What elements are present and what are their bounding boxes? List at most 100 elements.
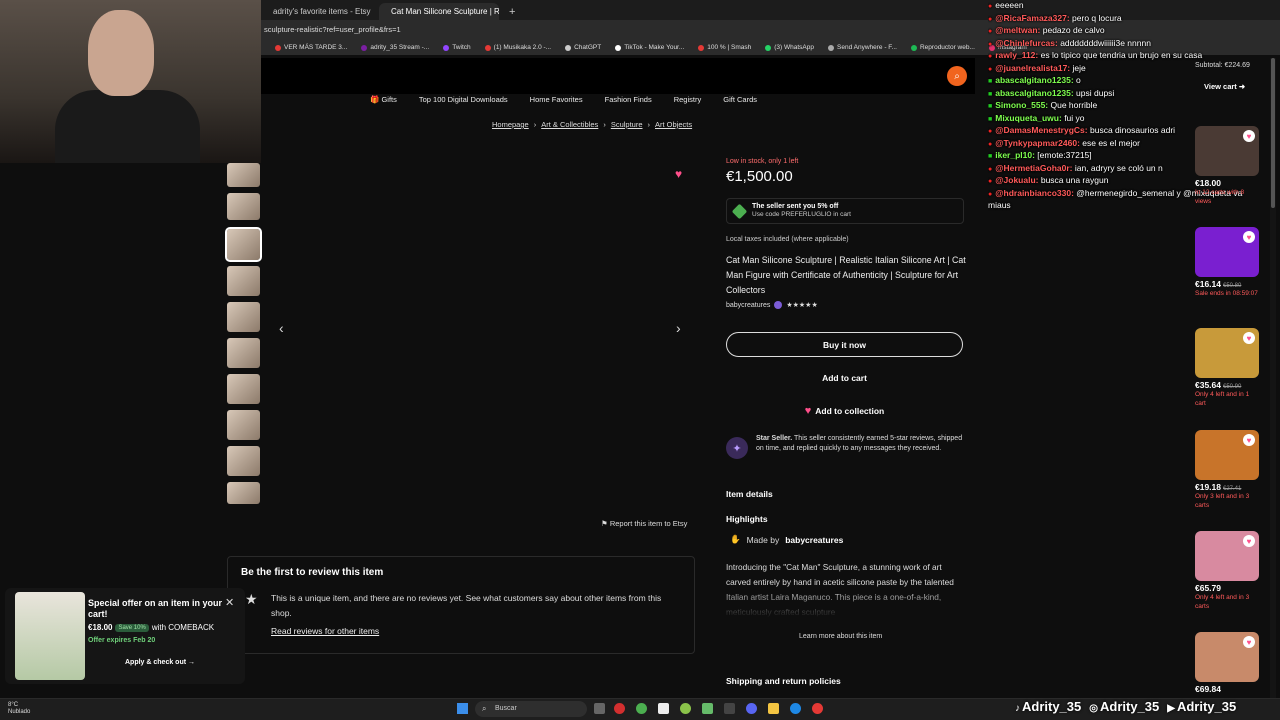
close-offer-icon[interactable]: ✕ <box>225 596 234 609</box>
chat-username: Mixuqueta_uwu: <box>995 112 1062 123</box>
edge-icon[interactable] <box>790 703 801 714</box>
recommended-product[interactable]: ♥ €65.79 Only 4 left and in 3 carts <box>1195 531 1259 611</box>
shipping-policies-heading[interactable]: Shipping and return policies <box>726 676 841 686</box>
bookmark-item[interactable]: ChatGPT <box>565 42 601 53</box>
tab-cat-man[interactable]: Cat Man Silicone Sculpture | Realis ✕ <box>379 3 499 20</box>
nav-fashion-finds[interactable]: Fashion Finds <box>605 95 652 109</box>
bookmark-item[interactable]: VER MÁS TARDE 3... <box>275 42 347 53</box>
gallery-thumbnail[interactable] <box>227 163 260 187</box>
report-item-link[interactable]: ⚑ Report this item to Etsy <box>601 519 687 528</box>
app-icon[interactable] <box>680 703 691 714</box>
app-icon[interactable] <box>812 703 823 714</box>
chat-message: ● @RicaFamaza327: pero q locura <box>988 13 1280 26</box>
windows-start-icon[interactable] <box>457 703 468 714</box>
weather-widget[interactable]: 8°C Nublado <box>8 702 30 716</box>
bookmark-item[interactable]: 100 % | Smash <box>698 42 751 53</box>
favorite-heart-icon[interactable]: ♥ <box>1243 130 1255 142</box>
product-thumbnail[interactable]: ♥ <box>1195 430 1259 480</box>
favorite-heart-icon[interactable]: ♥ <box>1243 636 1255 648</box>
product-thumbnail[interactable]: ♥ <box>1195 531 1259 581</box>
star-seller-info: ✦ Star Seller. This seller consistently … <box>726 434 966 459</box>
nav-registry[interactable]: Registry <box>674 95 702 109</box>
search-button[interactable]: ⌕ <box>947 66 967 86</box>
bookmark-item[interactable]: (1) Musikaka 2.0 -... <box>484 42 551 53</box>
chrome-icon[interactable] <box>636 703 647 714</box>
star-icon: ★ <box>245 591 258 607</box>
app-icon[interactable] <box>724 703 735 714</box>
bookmark-item[interactable]: Twitch <box>443 42 471 53</box>
made-by-shop-link[interactable]: babycreatures <box>785 535 843 545</box>
bookmark-item[interactable]: TikTok - Make Your... <box>615 42 684 53</box>
chat-text: o <box>1073 75 1081 85</box>
gallery-thumbnail[interactable] <box>227 266 260 296</box>
chat-message: ■ abascalgitano1235: o <box>988 75 1280 88</box>
add-to-cart-button[interactable]: Add to cart <box>726 365 963 390</box>
gallery-thumbnail[interactable] <box>227 374 260 404</box>
file-icon[interactable] <box>658 703 669 714</box>
bookmark-favicon-icon <box>565 44 572 51</box>
product-thumbnail[interactable]: ♥ <box>1195 227 1259 277</box>
coupon-code: Use code PREFERLUGLIO in cart <box>752 211 851 218</box>
bookmark-item[interactable]: adrity_35 Stream -... <box>361 42 429 53</box>
breadcrumb-art-objects[interactable]: Art Objects <box>655 120 692 129</box>
bookmark-label: (3) WhatsApp <box>774 44 814 51</box>
learn-more-button[interactable]: Learn more about this item <box>799 633 882 640</box>
product-thumbnail[interactable]: ♥ <box>1195 126 1259 176</box>
rating-stars[interactable]: ★★★★★ <box>786 301 817 309</box>
breadcrumb-sculpture[interactable]: Sculpture <box>611 120 643 129</box>
folder-icon[interactable] <box>768 703 779 714</box>
made-by-prefix: Made by <box>746 534 780 545</box>
recommended-product[interactable]: ♥ €16.14 €50.80 Sale ends in 08:59:07 <box>1195 227 1259 298</box>
kick-icon: ■ <box>988 90 993 98</box>
discord-icon[interactable] <box>746 703 757 714</box>
social-handle: ◎ Adrity_35 <box>1089 699 1159 714</box>
read-reviews-link[interactable]: Read reviews for other items <box>271 626 379 636</box>
gallery-prev-arrow[interactable]: ‹ <box>279 320 284 336</box>
shop-name-link[interactable]: babycreatures <box>726 302 770 309</box>
bookmark-item[interactable]: Reproductor web... <box>910 42 975 53</box>
apply-checkout-button[interactable]: Apply & check out → <box>125 659 195 666</box>
breadcrumb-homepage[interactable]: Homepage <box>492 120 529 129</box>
item-details-heading[interactable]: Item details <box>726 489 773 499</box>
recommended-product[interactable]: ♥ €18.00 In 12 carts with 8 views <box>1195 126 1259 206</box>
gallery-thumbnail[interactable] <box>227 302 260 332</box>
gallery-thumbnail[interactable] <box>227 446 260 476</box>
gallery-thumbnail[interactable] <box>227 338 260 368</box>
new-tab-button[interactable]: + <box>501 3 521 20</box>
webcam-overlay <box>0 0 261 163</box>
favorite-heart-icon[interactable]: ♥ <box>1243 332 1255 344</box>
gallery-thumbnail[interactable] <box>227 482 260 504</box>
gallery-thumbnail[interactable] <box>227 410 260 440</box>
heart-icon: ♥ <box>804 404 812 417</box>
reviews-body: This is a unique item, and there are no … <box>271 593 662 618</box>
product-thumbnail[interactable]: ♥ <box>1195 328 1259 378</box>
product-thumbnail[interactable]: ♥ <box>1195 632 1259 682</box>
favorite-heart-icon[interactable]: ♥ <box>1243 434 1255 446</box>
recommended-product[interactable]: ♥ €35.64 €50.90 Only 4 left and in 1 cart <box>1195 328 1259 408</box>
favorite-heart-icon[interactable]: ♥ <box>1243 231 1255 243</box>
gallery-thumbnail-selected[interactable] <box>225 227 262 262</box>
breadcrumb-separator: › <box>533 120 537 129</box>
breadcrumb-art[interactable]: Art & Collectibles <box>541 120 598 129</box>
nav-top-100[interactable]: Top 100 Digital Downloads <box>419 95 508 109</box>
nav-gifts[interactable]: 🎁 Gifts <box>370 95 397 109</box>
bookmark-item[interactable]: (3) WhatsApp <box>765 42 814 53</box>
add-to-collection-button[interactable]: ♥ Add to collection <box>726 398 963 423</box>
product-price: €69.84 <box>1195 684 1221 694</box>
tab-favorites[interactable]: adrity's favorite items - Etsy ✕ <box>261 3 377 20</box>
recommended-product[interactable]: ♥ €19.18 €27.41 Only 3 left and in 3 carts <box>1195 430 1259 510</box>
app-icon[interactable] <box>702 703 713 714</box>
favorite-heart-icon[interactable]: ♥ <box>675 167 689 181</box>
nav-gift-cards[interactable]: Gift Cards <box>723 95 757 109</box>
favorite-heart-icon[interactable]: ♥ <box>1243 535 1255 547</box>
taskbar-search[interactable]: ⌕ Buscar <box>475 701 587 717</box>
task-view-icon[interactable] <box>594 703 605 714</box>
buy-now-button[interactable]: Buy it now <box>726 332 963 357</box>
opera-icon[interactable] <box>614 703 625 714</box>
gallery-thumbnail[interactable] <box>227 193 260 220</box>
bookmark-item[interactable]: Send Anywhere - F... <box>828 42 897 53</box>
recommended-product[interactable]: ♥ €69.84 <box>1195 632 1259 694</box>
bookmark-favicon-icon <box>615 44 622 51</box>
gallery-next-arrow[interactable]: › <box>676 320 681 336</box>
nav-home-favorites[interactable]: Home Favorites <box>530 95 583 109</box>
